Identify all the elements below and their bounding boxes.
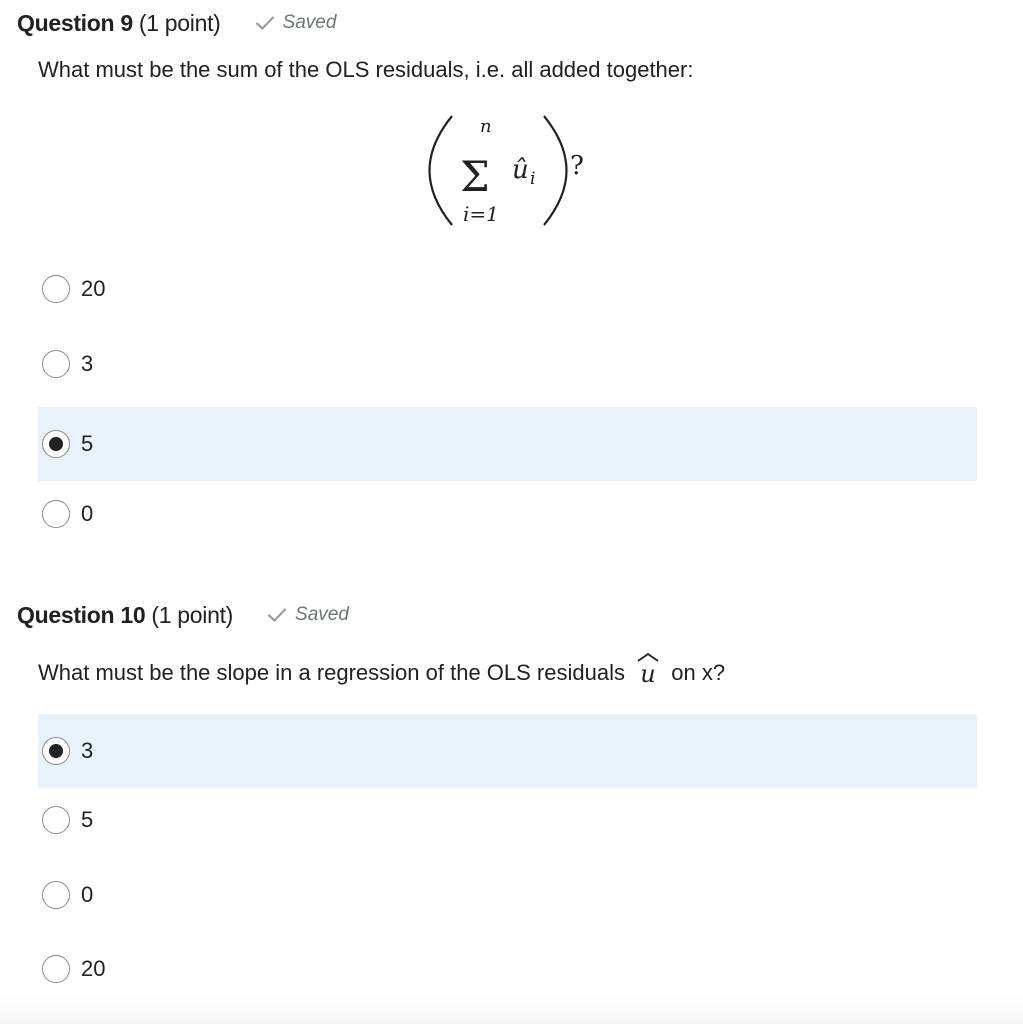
saved-status: Saved bbox=[267, 604, 349, 626]
left-paren bbox=[428, 115, 453, 226]
option-label: 0 bbox=[81, 501, 94, 526]
option-label: 5 bbox=[81, 807, 94, 832]
saved-label: Saved bbox=[282, 12, 337, 33]
quiz-page: Question 9 (1 point) Saved What must be … bbox=[0, 0, 1023, 1024]
option-label: 0 bbox=[81, 882, 94, 907]
option-label: 20 bbox=[81, 276, 106, 301]
answer-option[interactable]: 5 bbox=[38, 783, 977, 857]
checkmark-icon bbox=[255, 16, 274, 30]
question-title: Question 10 bbox=[17, 601, 146, 628]
formula-question-mark: ? bbox=[570, 151, 584, 181]
radio-empty-icon[interactable] bbox=[42, 500, 70, 528]
sum-lower-limit: i=1 bbox=[463, 202, 499, 226]
answer-option[interactable]: 0 bbox=[38, 477, 977, 551]
question-points: (1 point) bbox=[138, 9, 221, 36]
option-label: 20 bbox=[81, 956, 106, 981]
radio-selected-icon[interactable] bbox=[42, 737, 70, 765]
radio-empty-icon[interactable] bbox=[42, 881, 70, 909]
sum-residuals-formula: n Σ û i i=1 ? bbox=[428, 115, 584, 226]
answer-option[interactable]: 20 bbox=[38, 252, 977, 326]
question-header: Question 9 (1 point) Saved bbox=[17, 8, 336, 38]
sigma-symbol: Σ bbox=[460, 152, 490, 201]
question-text-start: What must be the slope in a regression o… bbox=[38, 660, 625, 685]
radio-empty-icon[interactable] bbox=[42, 806, 70, 834]
u-hat-term: û bbox=[512, 155, 529, 185]
right-paren bbox=[543, 115, 568, 226]
option-label: 5 bbox=[81, 431, 94, 456]
question-points: (1 point) bbox=[151, 601, 234, 628]
radio-empty-icon[interactable] bbox=[42, 955, 70, 983]
u-hat-symbol: u bbox=[637, 652, 659, 686]
question-text: What must be the sum of the OLS residual… bbox=[38, 57, 694, 82]
question-text: What must be the slope in a regression o… bbox=[38, 652, 725, 686]
saved-label: Saved bbox=[295, 604, 349, 625]
radio-selected-icon[interactable] bbox=[42, 430, 70, 458]
question-text-end: on x? bbox=[671, 660, 726, 685]
answer-option-selected[interactable]: 5 bbox=[38, 407, 977, 481]
saved-status: Saved bbox=[255, 12, 337, 34]
checkmark-icon bbox=[267, 608, 287, 622]
radio-empty-icon[interactable] bbox=[42, 275, 70, 303]
question-header: Question 10 (1 point) Saved bbox=[17, 600, 349, 630]
answer-option-selected[interactable]: 3 bbox=[38, 714, 977, 788]
term-subscript: i bbox=[530, 169, 535, 189]
radio-empty-icon[interactable] bbox=[42, 350, 70, 378]
answer-option[interactable]: 0 bbox=[38, 858, 977, 932]
bottom-fade bbox=[0, 994, 1023, 1024]
answer-option[interactable]: 3 bbox=[38, 327, 977, 401]
svg-text:u: u bbox=[640, 660, 655, 686]
question-title: Question 9 bbox=[17, 9, 133, 36]
option-label: 3 bbox=[81, 351, 94, 376]
option-label: 3 bbox=[81, 738, 94, 763]
sum-upper-limit: n bbox=[480, 116, 492, 137]
